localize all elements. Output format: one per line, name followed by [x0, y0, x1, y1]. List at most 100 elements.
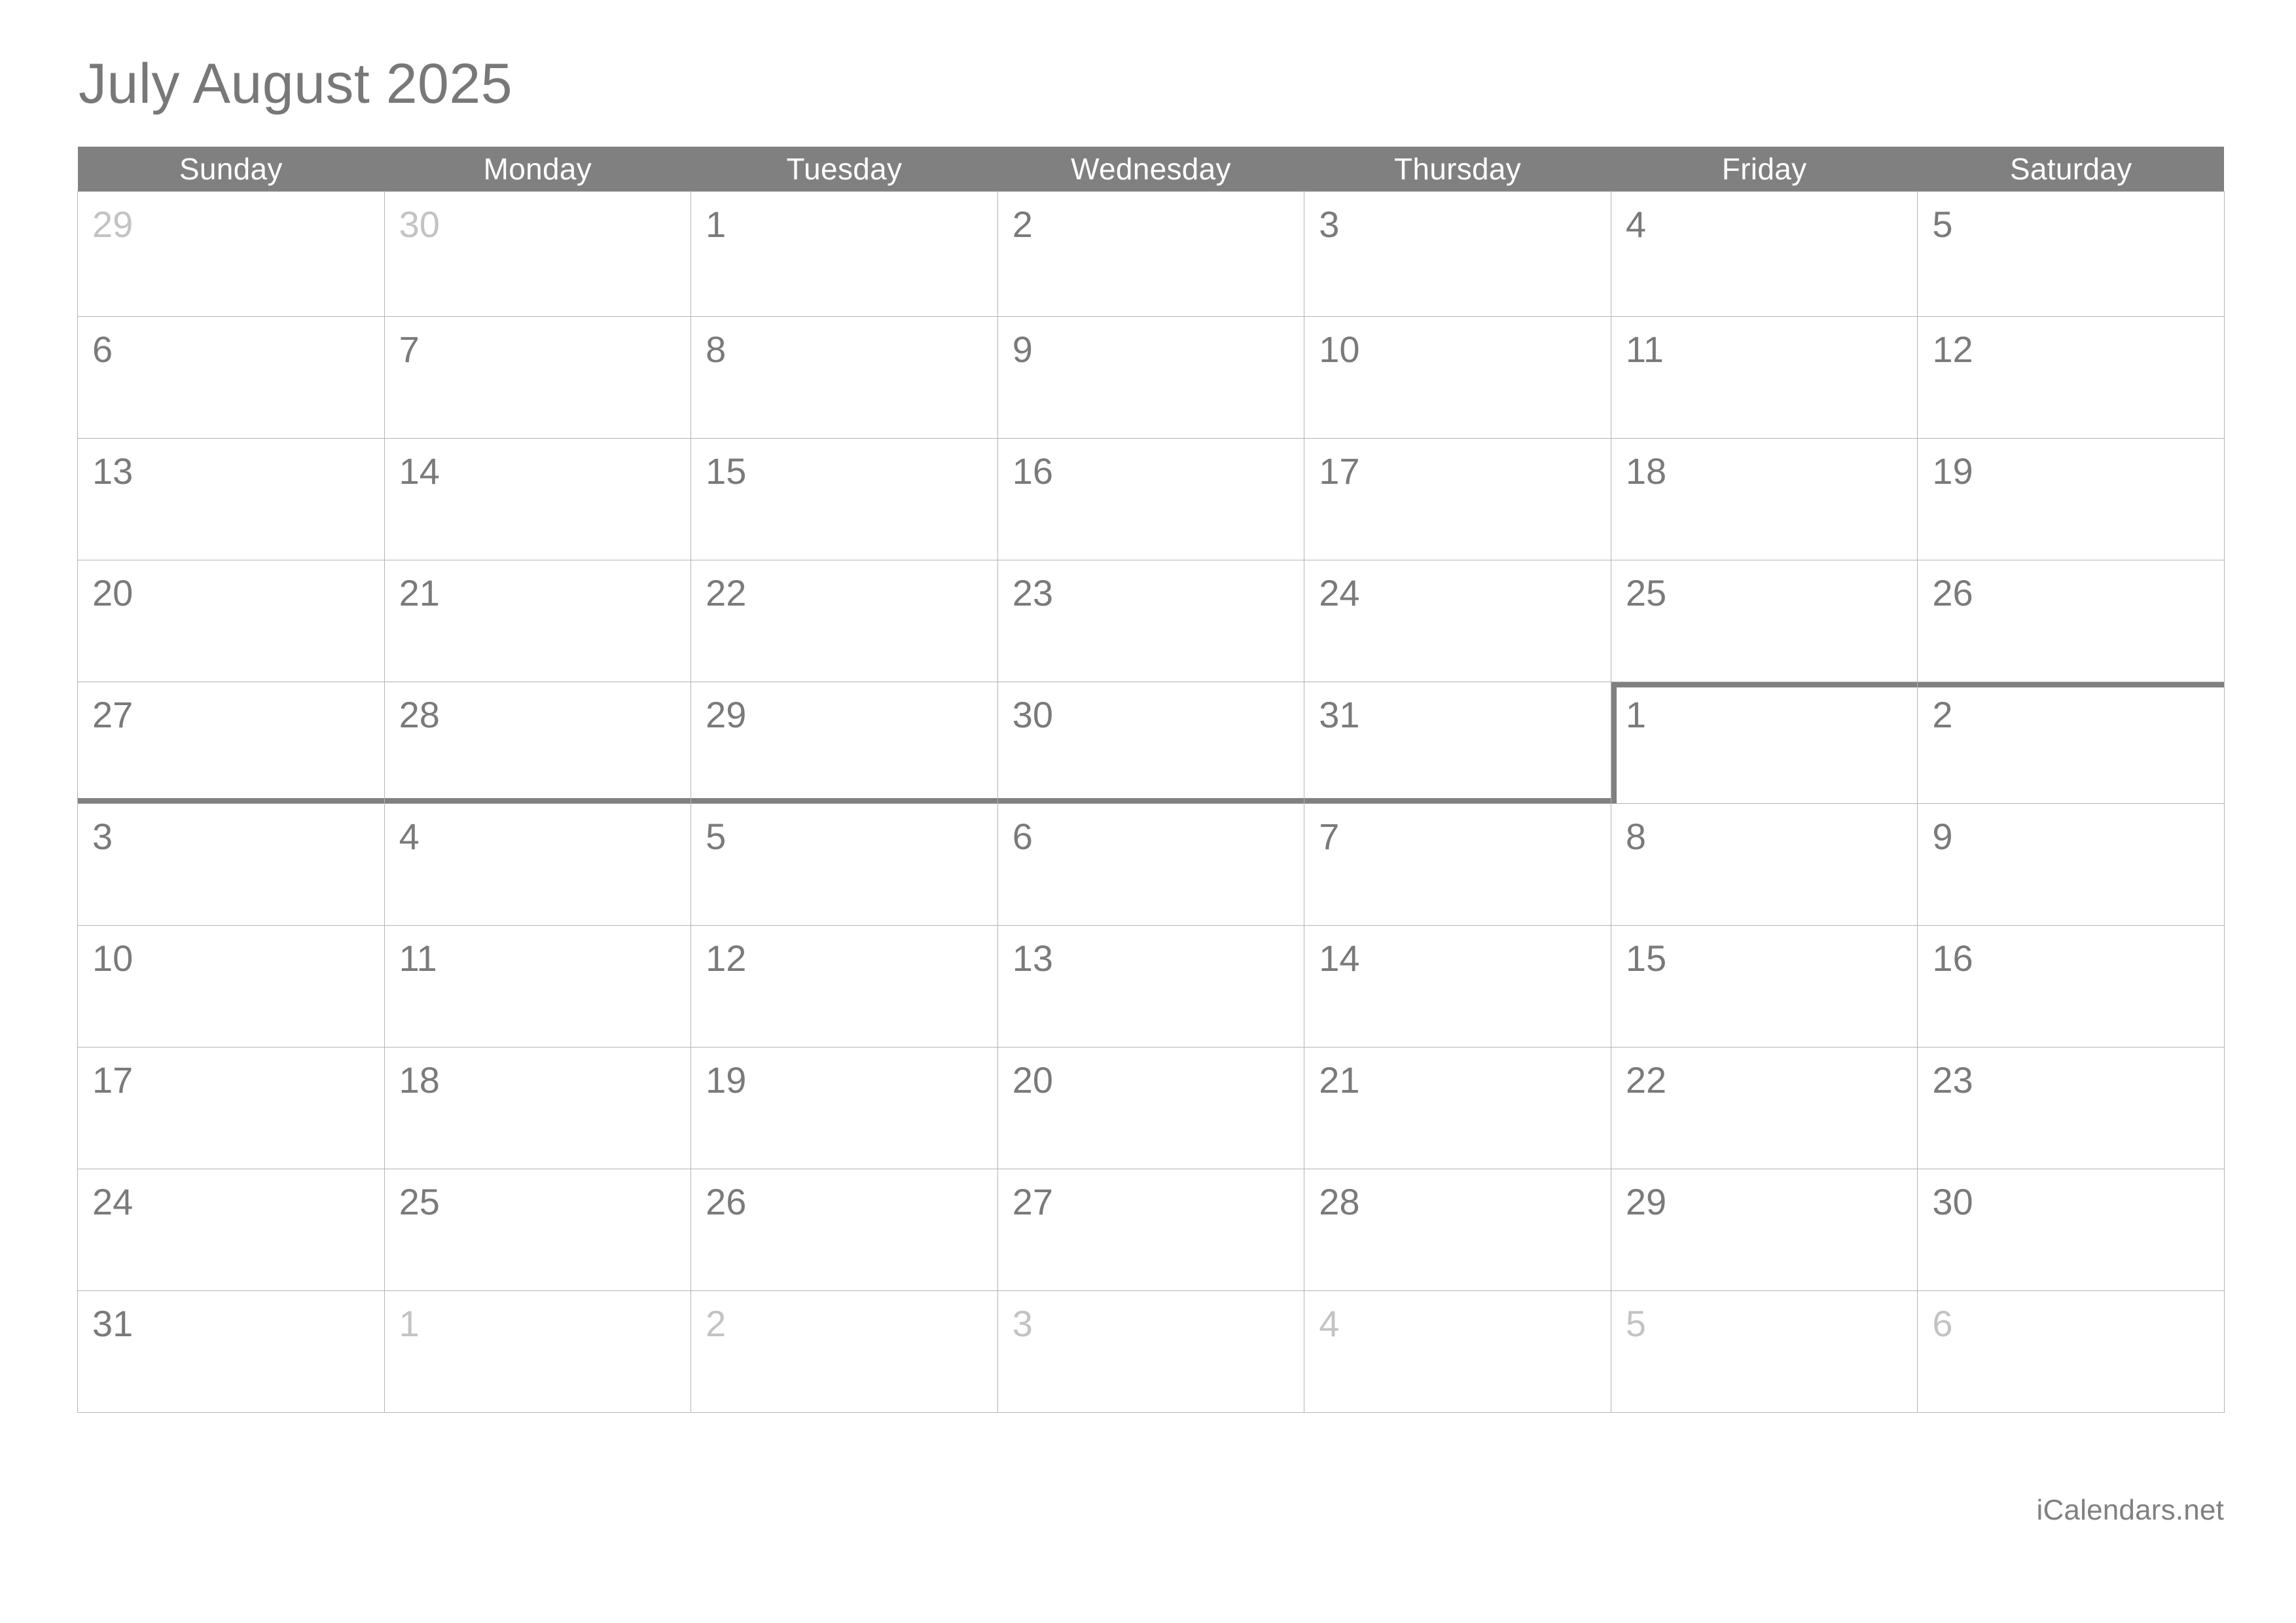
- calendar-day-cell[interactable]: 4: [1304, 1290, 1611, 1413]
- weekday-header-tuesday: Tuesday: [691, 147, 998, 192]
- calendar-day-cell[interactable]: 17: [77, 1047, 385, 1169]
- calendar-day-cell[interactable]: 19: [691, 1047, 998, 1169]
- calendar-day-cell[interactable]: 2: [691, 1290, 998, 1413]
- calendar-day-cell[interactable]: 29: [691, 682, 998, 804]
- calendar-day-cell[interactable]: 30: [1917, 1169, 2225, 1291]
- day-number: 4: [399, 816, 420, 857]
- calendar-day-cell[interactable]: 12: [1917, 316, 2225, 439]
- calendar-day-cell[interactable]: 11: [384, 925, 692, 1048]
- calendar-day-cell[interactable]: 22: [1610, 1047, 1918, 1169]
- calendar-day-cell[interactable]: 4: [1610, 191, 1918, 317]
- calendar-day-cell[interactable]: 5: [1917, 191, 2225, 317]
- calendar-day-cell[interactable]: 28: [384, 682, 692, 804]
- day-number: 28: [399, 694, 440, 735]
- calendar-day-cell[interactable]: 26: [691, 1169, 998, 1291]
- calendar-day-cell[interactable]: 4: [384, 803, 692, 926]
- calendar-day-cell[interactable]: 16: [1917, 925, 2225, 1048]
- calendar-day-cell[interactable]: 7: [1304, 803, 1611, 926]
- calendar-day-cell[interactable]: 8: [1610, 803, 1918, 926]
- day-number: 14: [399, 450, 440, 492]
- calendar-day-cell[interactable]: 9: [997, 316, 1305, 439]
- calendar-day-cell[interactable]: 15: [1610, 925, 1918, 1048]
- calendar-day-cell[interactable]: 9: [1917, 803, 2225, 926]
- calendar-day-cell[interactable]: 13: [997, 925, 1305, 1048]
- day-number: 15: [1625, 938, 1667, 979]
- day-number: 2: [1932, 694, 1953, 735]
- calendar-day-cell[interactable]: 5: [1610, 1290, 1918, 1413]
- calendar-day-cell[interactable]: 11: [1610, 316, 1918, 439]
- day-number: 18: [1625, 450, 1667, 492]
- calendar-day-cell[interactable]: 3: [1304, 191, 1611, 317]
- calendar-day-cell[interactable]: 25: [1610, 560, 1918, 682]
- day-number: 30: [399, 204, 440, 245]
- calendar-day-cell[interactable]: 26: [1917, 560, 2225, 682]
- calendar-day-cell[interactable]: 28: [1304, 1169, 1611, 1291]
- calendar-day-cell[interactable]: 18: [1610, 438, 1918, 560]
- calendar-day-cell[interactable]: 22: [691, 560, 998, 682]
- calendar-day-cell[interactable]: 15: [691, 438, 998, 560]
- footer-brand[interactable]: iCalendars.net: [2036, 1494, 2224, 1527]
- day-number: 25: [399, 1181, 440, 1222]
- calendar-day-cell[interactable]: 29: [77, 191, 385, 317]
- calendar-day-cell[interactable]: 21: [1304, 1047, 1611, 1169]
- day-number: 2: [706, 1303, 726, 1344]
- calendar-day-cell[interactable]: 29: [1610, 1169, 1918, 1291]
- calendar-day-cell[interactable]: 10: [77, 925, 385, 1048]
- day-number: 7: [1319, 816, 1340, 857]
- calendar-day-cell[interactable]: 31: [1304, 682, 1611, 804]
- calendar-day-cell[interactable]: 10: [1304, 316, 1611, 439]
- calendar-day-cell[interactable]: 23: [997, 560, 1305, 682]
- calendar-day-cell[interactable]: 13: [77, 438, 385, 560]
- day-number: 23: [1012, 572, 1053, 613]
- calendar-day-cell[interactable]: 20: [77, 560, 385, 682]
- day-number: 13: [1012, 938, 1053, 979]
- day-number: 30: [1012, 694, 1053, 735]
- calendar-day-cell[interactable]: 2: [1917, 682, 2225, 804]
- weekday-header-friday: Friday: [1611, 147, 1918, 192]
- calendar-day-cell[interactable]: 20: [997, 1047, 1305, 1169]
- day-number: 17: [92, 1059, 134, 1101]
- calendar-body: 29 30 1 2 3 4 5 6 7 8 9 10 11 12 13 14 15 16 17 18 19 20 21 22 2…: [77, 191, 2225, 1413]
- calendar-day-cell[interactable]: 19: [1917, 438, 2225, 560]
- calendar-day-cell[interactable]: 14: [1304, 925, 1611, 1048]
- calendar-week-row: 27 28 29 30 31 1 2: [77, 682, 2225, 804]
- calendar-day-cell[interactable]: 23: [1917, 1047, 2225, 1169]
- calendar-day-cell[interactable]: 6: [77, 316, 385, 439]
- calendar-day-cell[interactable]: 30: [997, 682, 1305, 804]
- weekday-header-sunday: Sunday: [77, 147, 385, 192]
- calendar-day-cell[interactable]: 3: [997, 1290, 1305, 1413]
- calendar-day-cell[interactable]: 7: [384, 316, 692, 439]
- calendar-day-cell[interactable]: 31: [77, 1290, 385, 1413]
- calendar-day-cell[interactable]: 2: [997, 191, 1305, 317]
- calendar-day-cell[interactable]: 27: [997, 1169, 1305, 1291]
- day-number: 2: [1012, 204, 1033, 245]
- calendar-day-cell[interactable]: 16: [997, 438, 1305, 560]
- calendar-day-cell[interactable]: 27: [77, 682, 385, 804]
- calendar-day-cell[interactable]: 24: [77, 1169, 385, 1291]
- calendar-day-cell[interactable]: 30: [384, 191, 692, 317]
- calendar-day-cell[interactable]: 5: [691, 803, 998, 926]
- calendar-day-cell[interactable]: 1: [384, 1290, 692, 1413]
- calendar-day-cell[interactable]: 8: [691, 316, 998, 439]
- weekday-header-monday: Monday: [384, 147, 691, 192]
- calendar-table: Sunday Monday Tuesday Wednesday Thursday Frid…: [77, 147, 2225, 1413]
- day-number: 29: [92, 204, 134, 245]
- calendar-day-cell[interactable]: 1: [691, 191, 998, 317]
- calendar-day-cell[interactable]: 3: [77, 803, 385, 926]
- day-number: 12: [706, 938, 747, 979]
- calendar-day-cell[interactable]: 17: [1304, 438, 1611, 560]
- calendar-day-cell[interactable]: 25: [384, 1169, 692, 1291]
- calendar-day-cell[interactable]: 14: [384, 438, 692, 560]
- calendar-day-cell[interactable]: 21: [384, 560, 692, 682]
- day-number: 11: [399, 938, 437, 979]
- calendar-day-cell[interactable]: 6: [1917, 1290, 2225, 1413]
- calendar-day-cell[interactable]: 24: [1304, 560, 1611, 682]
- calendar-day-cell[interactable]: 12: [691, 925, 998, 1048]
- day-number: 21: [1319, 1059, 1360, 1101]
- calendar-week-row: 6 7 8 9 10 11 12: [77, 316, 2225, 439]
- calendar-week-row: 24 25 26 27 28 29 30: [77, 1169, 2225, 1291]
- calendar-day-cell[interactable]: 6: [997, 803, 1305, 926]
- calendar-day-cell[interactable]: 18: [384, 1047, 692, 1169]
- calendar-day-cell[interactable]: 1: [1610, 682, 1918, 804]
- day-number: 24: [92, 1181, 134, 1222]
